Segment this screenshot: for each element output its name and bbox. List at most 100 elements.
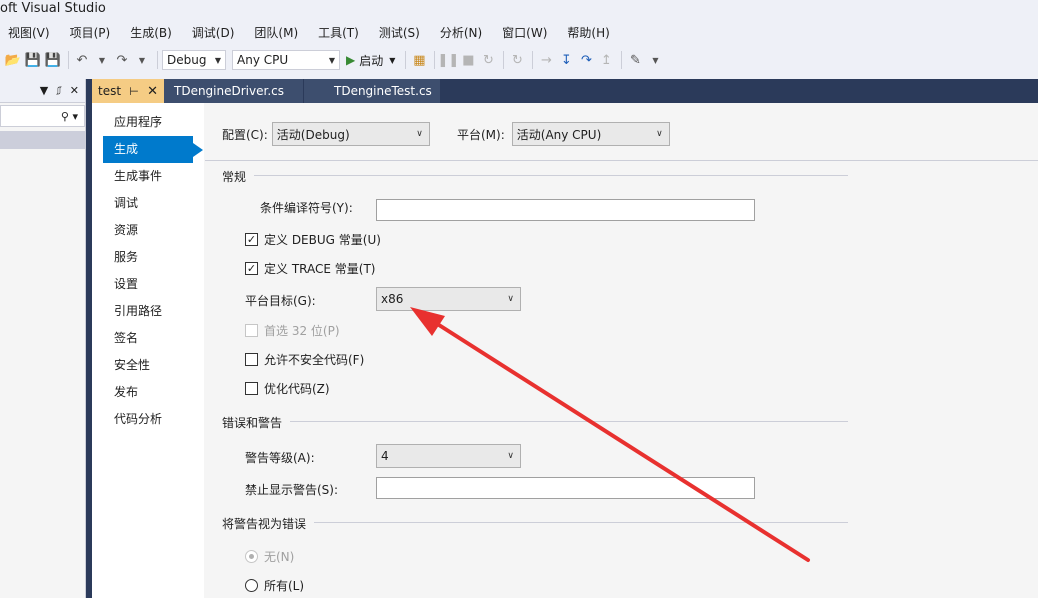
nav-build[interactable]: 生成: [103, 136, 203, 163]
toolbar-overflow-icon[interactable]: ▼: [646, 51, 664, 69]
redo-dropdown-icon[interactable]: ▼: [133, 51, 151, 69]
menu-project[interactable]: 项目(P): [70, 24, 111, 41]
config-label: 配置(C):: [222, 127, 268, 142]
toolbar-separator: [503, 51, 505, 69]
show-next-statement-icon[interactable]: →: [537, 51, 555, 69]
redo-icon[interactable]: ↷: [113, 51, 131, 69]
nav-signing[interactable]: 签名: [92, 325, 204, 352]
none-radio[interactable]: [245, 550, 258, 563]
menu-bar: 视图(V) 项目(P) 生成(B) 调试(D) 团队(M) 工具(T) 测试(S…: [0, 20, 1038, 44]
start-button[interactable]: ▶ 启动 ▼: [346, 52, 395, 69]
suppress-row: 禁止显示警告(S):: [245, 481, 338, 498]
warning-level-select[interactable]: 4 ∨: [376, 444, 521, 468]
trace-row: ✓ 定义 TRACE 常量(T): [245, 260, 375, 277]
nav-build-events[interactable]: 生成事件: [92, 163, 204, 190]
config-select[interactable]: 活动(Debug) ∨: [271, 122, 430, 146]
menu-help[interactable]: 帮助(H): [567, 24, 609, 41]
hot-reload-icon[interactable]: ↻: [508, 51, 526, 69]
tab-tdengine-test[interactable]: TDengineTest.cs: [304, 79, 441, 103]
section-divider: [222, 522, 848, 523]
window-title: oft Visual Studio: [0, 0, 1038, 20]
all-row: 所有(L): [245, 577, 304, 594]
step-out-icon[interactable]: ↥: [597, 51, 615, 69]
nav-code-analysis[interactable]: 代码分析: [92, 406, 204, 433]
panel-header: ▼ ⎎ ✕: [0, 79, 85, 103]
close-icon[interactable]: ✕: [70, 84, 79, 97]
nav-application[interactable]: 应用程序: [92, 109, 204, 136]
menu-window[interactable]: 窗口(W): [502, 24, 547, 41]
play-icon: ▶: [346, 53, 356, 67]
build-page: 配置(C): 活动(Debug) ∨ 平台(M): 活动(Any CPU) ∨ …: [205, 103, 1038, 598]
save-icon[interactable]: 💾: [24, 51, 42, 69]
project-properties: 应用程序 生成 生成事件 调试 资源 服务 设置 引用路径 签名 安全性 发布 …: [92, 103, 1038, 598]
nav-security[interactable]: 安全性: [92, 352, 204, 379]
menu-debug[interactable]: 调试(D): [192, 24, 235, 41]
platform-combo[interactable]: Any CPU ▼: [232, 50, 340, 70]
menu-test[interactable]: 测试(S): [379, 24, 420, 41]
pin-icon[interactable]: ⎎: [56, 84, 62, 98]
pin-icon[interactable]: ⊢: [129, 85, 139, 98]
tab-tdengine-driver[interactable]: TDengineDriver.cs: [164, 79, 304, 103]
debug-checkbox[interactable]: ✓: [245, 233, 258, 246]
platform-target-label: 平台目标(G):: [245, 294, 316, 308]
start-label: 启动: [359, 53, 384, 68]
solution-explorer-panel: ▼ ⎎ ✕ ⚲ ▾: [0, 79, 86, 598]
menu-tools[interactable]: 工具(T): [318, 24, 359, 41]
close-icon[interactable]: ✕: [147, 84, 158, 99]
conditional-symbols-input[interactable]: [376, 199, 755, 221]
undo-dropdown-icon[interactable]: ▼: [93, 51, 111, 69]
all-radio[interactable]: [245, 579, 258, 592]
nav-services[interactable]: 服务: [92, 244, 204, 271]
nav-settings[interactable]: 设置: [92, 271, 204, 298]
section-errors-title: 错误和警告: [222, 414, 291, 431]
debug-row: ✓ 定义 DEBUG 常量(U): [245, 231, 381, 248]
nav-debug[interactable]: 调试: [92, 190, 204, 217]
panel-dropdown-icon[interactable]: ▼: [40, 84, 48, 97]
trace-label: 定义 TRACE 常量(T): [264, 262, 376, 276]
restart-icon[interactable]: ↻: [479, 51, 497, 69]
suppress-warnings-input[interactable]: [376, 477, 755, 499]
browse-icon[interactable]: ▦: [410, 51, 428, 69]
section-divider: [222, 421, 848, 422]
panel-search-input[interactable]: ⚲ ▾: [0, 105, 85, 127]
nav-reference-paths[interactable]: 引用路径: [92, 298, 204, 325]
toolbar-separator: [68, 51, 69, 69]
menu-build[interactable]: 生成(B): [130, 24, 172, 41]
undo-icon[interactable]: ↶: [73, 51, 91, 69]
prefer32-checkbox[interactable]: [245, 324, 258, 337]
step-over-icon[interactable]: ↷: [577, 51, 595, 69]
step-into-icon[interactable]: ↧: [557, 51, 575, 69]
unsafe-checkbox[interactable]: [245, 353, 258, 366]
toolbar-separator: [621, 51, 623, 69]
menu-analyze[interactable]: 分析(N): [440, 24, 482, 41]
platform-target-select[interactable]: x86 ∨: [376, 287, 521, 311]
nav-publish[interactable]: 发布: [92, 379, 204, 406]
platform-label: 平台(M):: [457, 127, 505, 142]
section-divider: [222, 175, 848, 176]
nav-resources[interactable]: 资源: [92, 217, 204, 244]
chevron-down-icon: ∨: [416, 129, 423, 139]
selected-tree-item[interactable]: [0, 131, 85, 149]
menu-view[interactable]: 视图(V): [8, 24, 50, 41]
optimize-checkbox[interactable]: [245, 382, 258, 395]
symbols-label: 条件编译符号(Y):: [260, 201, 353, 215]
chevron-down-icon: ∨: [656, 129, 663, 139]
save-all-icon[interactable]: 💾: [44, 51, 62, 69]
comment-icon[interactable]: ✎: [626, 51, 644, 69]
tab-test[interactable]: test ⊢ ✕: [92, 79, 164, 103]
config-select-value: 活动(Debug): [276, 127, 350, 142]
trace-checkbox[interactable]: ✓: [245, 262, 258, 275]
properties-nav: 应用程序 生成 生成事件 调试 资源 服务 设置 引用路径 签名 安全性 发布 …: [92, 103, 204, 598]
pause-icon[interactable]: ❚❚: [438, 51, 460, 69]
platform-combo-value: Any CPU: [237, 53, 289, 67]
platform-select[interactable]: 活动(Any CPU) ∨: [511, 122, 670, 146]
chevron-down-icon: ∨: [507, 451, 514, 461]
menu-team[interactable]: 团队(M): [254, 24, 298, 41]
toolbar-separator: [434, 51, 436, 69]
config-combo-value: Debug: [167, 53, 207, 67]
stop-icon[interactable]: ■: [459, 51, 477, 69]
config-combo[interactable]: Debug ▼: [162, 50, 226, 70]
unsafe-label: 允许不安全代码(F): [264, 353, 365, 367]
open-folder-icon[interactable]: 📂: [4, 51, 22, 69]
warning-level-value: 4: [381, 449, 389, 463]
